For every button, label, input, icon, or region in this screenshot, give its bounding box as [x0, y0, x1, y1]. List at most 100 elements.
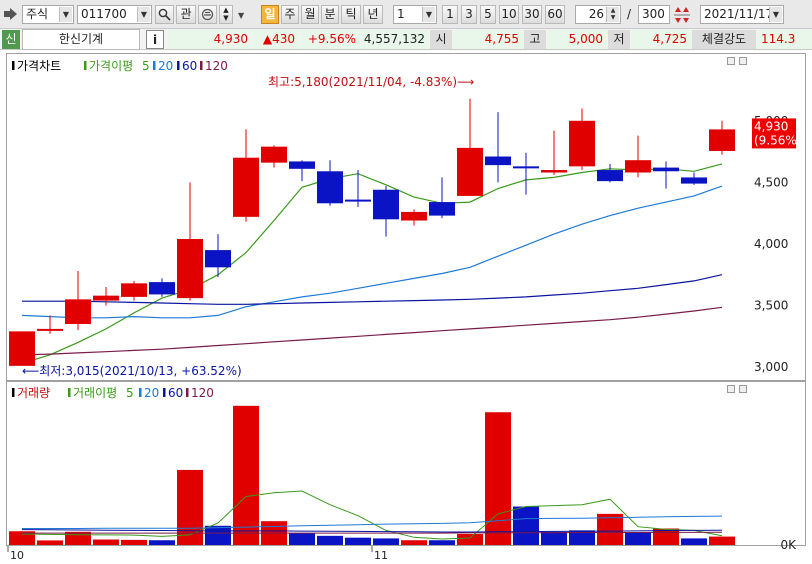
- volume-bar: [121, 539, 147, 545]
- price-candle: [401, 209, 427, 226]
- volume-tick-label: 0K: [780, 538, 797, 552]
- x-axis-label: 10: [10, 549, 24, 562]
- x-axis-label: 11: [374, 549, 388, 562]
- volume-legend-ma20: 20: [144, 386, 159, 400]
- candle-body: [513, 166, 539, 169]
- price-candle: [681, 172, 707, 185]
- price-legend: 가격차트 가격이평 5 20 60 120: [12, 59, 228, 73]
- price-ma-line-5: [21, 163, 723, 364]
- volume-legend-ma60: 60: [168, 386, 183, 400]
- price-candle: [9, 331, 35, 366]
- volume-legend-ma5: 5: [126, 386, 134, 400]
- volume-bar: [149, 540, 175, 545]
- volume-bar: [37, 540, 63, 545]
- price-candle: [485, 112, 511, 183]
- volume-bar: [345, 537, 371, 545]
- price-tick-label: 3,000: [754, 360, 788, 374]
- price-candle: [569, 108, 595, 171]
- candle-body: [261, 146, 287, 163]
- price-plot: 3,0003,5004,0004,5005,0004,930(9.56%): [9, 98, 801, 374]
- candle-body: [457, 147, 483, 196]
- candle-body: [681, 177, 707, 184]
- legend-marker: [200, 61, 203, 70]
- volume-bar: [625, 532, 651, 545]
- price-candle: [513, 152, 539, 195]
- legend-marker: [68, 388, 71, 397]
- candle-body: [653, 167, 679, 172]
- legend-marker: [12, 61, 15, 70]
- legend-marker: [139, 388, 142, 397]
- candle-body: [625, 160, 651, 173]
- legend-marker: [163, 388, 166, 397]
- volume-bar: [485, 412, 511, 545]
- volume-bar: [681, 538, 707, 545]
- price-legend-ma60: 60: [182, 59, 197, 73]
- price-candle: [429, 177, 455, 219]
- volume-bar: [205, 525, 231, 545]
- min-price-annotation: ⟵최저:3,015(2021/10/13, +63.52%): [22, 364, 242, 378]
- candle-body: [205, 250, 231, 268]
- price-candle: [93, 287, 119, 306]
- price-candle: [65, 271, 91, 331]
- max-price-annotation: 최고:5,180(2021/11/04, -4.83%)⟶: [268, 75, 474, 89]
- price-tick-label: 4,500: [754, 175, 788, 189]
- last-price-label: 4,930: [754, 119, 788, 133]
- candle-body: [65, 299, 91, 324]
- volume-legend-ma-label: 거래이평: [73, 386, 117, 400]
- candle-body: [569, 120, 595, 167]
- volume-bar: [373, 538, 399, 545]
- price-legend-ma5: 5: [142, 59, 150, 73]
- price-candle: [177, 182, 203, 301]
- price-candle: [597, 163, 623, 183]
- price-candle: [317, 160, 343, 206]
- price-candle: [625, 135, 651, 178]
- candle-body: [345, 199, 371, 202]
- volume-ma-line-120: [22, 531, 723, 534]
- volume-bar: [93, 539, 119, 545]
- price-ma-line-120: [21, 306, 723, 356]
- legend-marker: [12, 388, 15, 397]
- volume-bar: [457, 534, 483, 545]
- candle-body: [93, 295, 119, 301]
- price-legend-title: 가격차트: [17, 59, 61, 73]
- volume-bar: [401, 540, 427, 545]
- volume-bar: [177, 469, 203, 545]
- candle-body: [233, 157, 259, 217]
- candle-body: [373, 189, 399, 220]
- candle-body: [485, 156, 511, 166]
- candle-body: [177, 239, 203, 299]
- volume-bar: [513, 506, 539, 545]
- volume-bar: [597, 513, 623, 545]
- price-candle: [149, 278, 175, 297]
- volume-bar: [541, 531, 567, 545]
- volume-legend-title: 거래량: [17, 386, 50, 400]
- price-candle: [457, 98, 483, 196]
- volume-bar: [289, 533, 315, 545]
- legend-marker: [186, 388, 189, 397]
- legend-marker: [153, 61, 156, 70]
- candle-body: [9, 331, 35, 366]
- legend-marker: [177, 61, 180, 70]
- volume-bar: [233, 405, 259, 545]
- volume-bar: [429, 540, 455, 545]
- price-candle: [653, 161, 679, 189]
- price-legend-ma120: 120: [205, 59, 228, 73]
- price-candle: [37, 315, 63, 334]
- candle-body: [597, 170, 623, 182]
- stock-chart[interactable]: 가격차트 가격이평 5 20 60 120 최고:5,180(2021/11/0…: [0, 0, 812, 564]
- price-candle: [373, 186, 399, 237]
- candle-body: [289, 161, 315, 169]
- volume-bar: [709, 536, 735, 545]
- price-legend-ma-label: 가격이평: [89, 59, 133, 73]
- candle-body: [429, 202, 455, 216]
- last-rate-label: (9.56%): [754, 133, 801, 147]
- legend-marker: [84, 61, 87, 70]
- price-tick-label: 3,500: [754, 299, 788, 313]
- price-candle: [541, 130, 567, 175]
- candle-body: [149, 282, 175, 295]
- price-tick-label: 4,000: [754, 237, 788, 251]
- price-candle: [121, 280, 147, 301]
- candle-body: [541, 170, 567, 173]
- volume-bar: [317, 535, 343, 545]
- price-legend-ma20: 20: [158, 59, 173, 73]
